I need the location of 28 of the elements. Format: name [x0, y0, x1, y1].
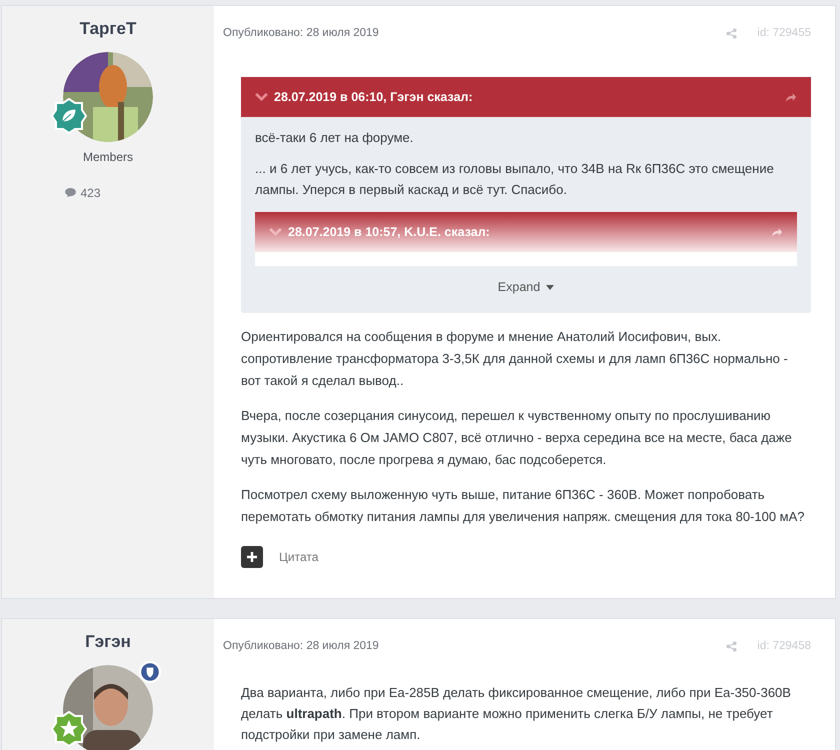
comment-icon	[65, 188, 76, 197]
share-icon[interactable]	[726, 28, 738, 40]
author-name[interactable]: ТаргеТ	[80, 16, 136, 42]
share-icon[interactable]	[726, 641, 738, 652]
reply-arrow-icon[interactable]	[771, 226, 783, 238]
post-count: 423	[80, 184, 101, 202]
quote-text: всё-таки 6 лет на форуме.	[255, 129, 414, 148]
chevron-icon[interactable]	[255, 93, 268, 102]
expand-button[interactable]: Expand	[498, 278, 554, 297]
quote-link[interactable]: Цитата	[279, 548, 318, 566]
star-badge-icon	[51, 710, 87, 746]
leaf-badge-icon	[51, 98, 87, 134]
member-group: Members	[82, 148, 133, 166]
post-text: Вчера, после созерцания синусоид, перешел к чувственному опыту по прослушиванию музыки. Акустика 6 Ом JAMO C807, всё отлично - верха середина все на месте, баса даже чуть многовато, после прогрева я думаю, бас подсоберется.	[241, 407, 793, 469]
author-name[interactable]: Гэгэн	[85, 629, 131, 654]
publish-date[interactable]: Опубликовано: 28 июля 2019	[223, 638, 726, 656]
quote-citation[interactable]: 28.07.2019 в 06:10, Гэгэн сказал:	[274, 88, 779, 107]
add-quote-button[interactable]	[241, 546, 263, 568]
chevron-icon[interactable]	[269, 228, 282, 236]
shield-badge-icon	[139, 660, 161, 682]
post-text: Посмотрел схему выложенную чуть выше, питание 6П36С - 360В. Может попробовать перемотать обмотку питания лампы для увеличения напряж. смещения для тока 80-100 мА?	[241, 486, 806, 526]
quote-text: ... и 6 лет учусь, как-то совсем из головы выпало, что 34В на Rк 6П36С это смещение лампы. Уперся в первый каскад и всё тут. Спасибо.	[255, 160, 775, 200]
publish-date[interactable]: Опубликовано: 28 июля 2019	[223, 25, 726, 42]
plus-icon	[247, 552, 257, 562]
post-text: Ориентировался на сообщения в форуме и мнение Анатолий Иосифович, вых. сопротивление трансформатора 3-3,5К для данной схемы и для ламп 6П36С нормально - вот такой я сделал вывод..	[241, 328, 789, 390]
reply-arrow-icon[interactable]	[785, 92, 797, 103]
caret-icon	[546, 285, 554, 290]
post-text: Два варианта, либо при Еа-285В делать фиксированное смещение, либо при Еа-350-360В делать ultrapath. При втором варианте можно применить слегка Б/У лампы, не требует подстройки при замене ламп.	[241, 684, 792, 744]
